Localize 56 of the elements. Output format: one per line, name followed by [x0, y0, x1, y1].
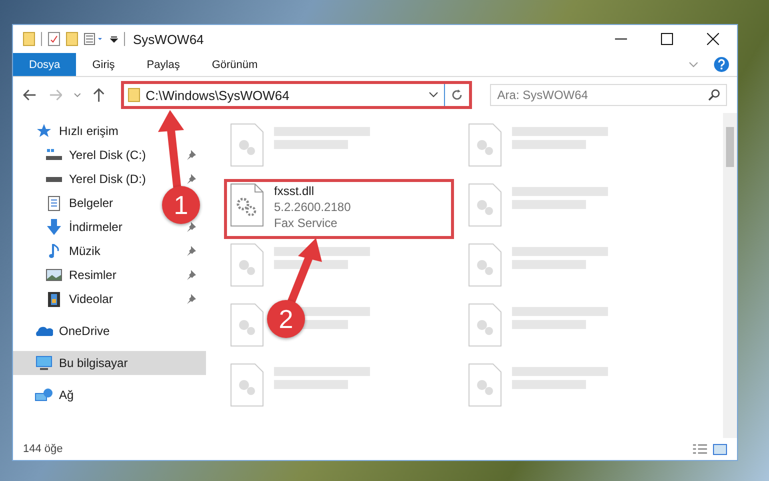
- ribbon-tab[interactable]: Görünüm: [196, 53, 274, 76]
- star-icon: [37, 124, 51, 138]
- ribbon-tab[interactable]: Dosya: [13, 53, 76, 76]
- scrollbar[interactable]: [723, 113, 737, 438]
- cloud-icon: [35, 326, 53, 336]
- nav-item[interactable]: Resimler: [69, 268, 116, 282]
- nav-item[interactable]: Ağ: [59, 388, 74, 402]
- refresh-icon[interactable]: [451, 89, 464, 101]
- file-detail: Fax Service: [274, 215, 338, 231]
- chevron-icon[interactable]: [429, 92, 438, 98]
- file-name: fxsst.dll: [274, 183, 316, 199]
- properties-icon[interactable]: [48, 32, 60, 46]
- search-field[interactable]: Ara: SysWOW64: [490, 84, 727, 106]
- down-arrow-icon: [46, 219, 62, 235]
- network-icon: [35, 388, 53, 402]
- picture-icon: [46, 269, 62, 281]
- film-icon: [48, 292, 60, 306]
- up-arrow-icon[interactable]: [92, 88, 105, 102]
- pin-icon[interactable]: [186, 150, 196, 160]
- nav-item[interactable]: Videolar: [69, 292, 113, 306]
- pin-icon[interactable]: [186, 174, 196, 184]
- music-note-icon: [49, 244, 59, 258]
- maximize-icon[interactable]: [661, 33, 673, 45]
- pin-icon[interactable]: [186, 222, 196, 232]
- nav-item[interactable]: İndirmeler: [69, 220, 122, 234]
- file-item[interactable]: fxsst.dll 5.2.2600.2180 Fax Service: [224, 179, 454, 239]
- pin-icon[interactable]: [186, 294, 196, 304]
- pin-icon[interactable]: [186, 246, 196, 256]
- view-icon[interactable]: [84, 33, 104, 45]
- nav-item[interactable]: Müzik: [69, 244, 100, 258]
- nav-item[interactable]: Belgeler: [69, 196, 114, 210]
- address-bar[interactable]: C:\Windows\SysWOW64: [120, 81, 472, 109]
- nav-item[interactable]: Yerel Disk (D:): [69, 172, 146, 186]
- file-detail: 5.2.2600.2180: [274, 199, 351, 215]
- help-icon[interactable]: [714, 57, 729, 72]
- document-icon: [48, 196, 60, 210]
- nav-item[interactable]: Bu bilgisayar: [13, 351, 206, 375]
- window-title: SysWOW64: [133, 32, 204, 46]
- search-icon[interactable]: [708, 89, 720, 101]
- back-arrow-icon[interactable]: [23, 89, 37, 101]
- ribbon-tab[interactable]: Giriş: [76, 53, 131, 76]
- ribbon-tab[interactable]: Paylaş: [130, 53, 196, 76]
- nav-item[interactable]: Hızlı erişim: [59, 124, 118, 138]
- large-icons-view-icon[interactable]: [713, 444, 727, 454]
- folder-icon: [128, 88, 140, 102]
- dll-file-icon: [230, 183, 264, 227]
- pin-icon[interactable]: [186, 270, 196, 280]
- nav-item[interactable]: OneDrive: [59, 324, 110, 338]
- item-count: 144 öğe: [23, 443, 63, 455]
- drive-icon: [46, 176, 62, 182]
- nav-item[interactable]: Yerel Disk (C:): [69, 148, 146, 162]
- computer-icon: [36, 356, 52, 370]
- drive-icon: [46, 149, 62, 161]
- caret-icon[interactable]: [110, 35, 118, 43]
- details-view-icon[interactable]: [693, 444, 707, 454]
- close-icon[interactable]: [707, 33, 719, 45]
